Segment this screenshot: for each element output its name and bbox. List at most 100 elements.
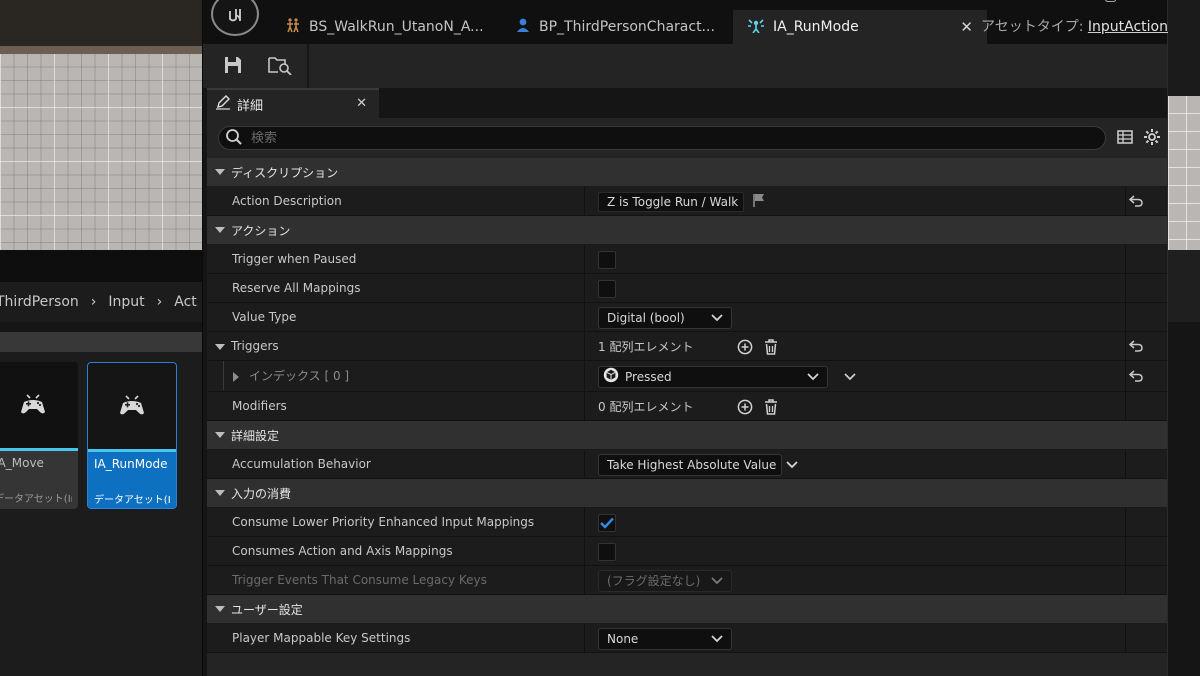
chevron-down-icon — [711, 311, 723, 325]
array-count: 1 配列エレメント — [598, 340, 694, 354]
prop-name: インデックス [ 0 ] — [233, 361, 349, 392]
search-row — [207, 118, 1167, 158]
prop-row-trigger-events-legacy: Trigger Events That Consume Legacy Keys … — [207, 566, 1167, 595]
column-divider — [1125, 566, 1126, 594]
prop-name: Value Type — [232, 310, 297, 324]
prop-row-consume-lower-priority: Consume Lower Priority Enhanced Input Ma… — [207, 508, 1167, 537]
tab-bp-thirdpersoncharacter[interactable]: BP_ThirdPersonCharact... — [501, 10, 731, 44]
gamepad-icon — [0, 362, 78, 448]
category-action[interactable]: アクション — [207, 216, 1167, 245]
reset-to-default-icon[interactable] — [1128, 340, 1143, 355]
expand-arrow-icon[interactable] — [215, 343, 225, 350]
prop-row-triggers: Triggers 1 配列エレメント — [207, 332, 1167, 361]
close-icon[interactable]: ✕ — [356, 96, 367, 111]
value-type-dropdown[interactable]: Digital (bool) — [598, 306, 732, 329]
add-element-icon[interactable] — [736, 338, 754, 356]
save-icon — [223, 55, 243, 78]
expand-arrow-icon — [215, 432, 225, 438]
column-divider — [584, 361, 585, 391]
gamepad-icon — [88, 363, 176, 449]
character-icon — [515, 17, 531, 37]
consume-lower-priority-checkbox[interactable] — [598, 513, 616, 532]
panel-tab-bar: 詳細 ✕ — [203, 88, 1167, 118]
triggers-label: Triggers — [231, 339, 279, 353]
asset-tile-ia-move[interactable]: IA_Move データアセット(In... — [0, 362, 78, 509]
reset-to-default-icon[interactable] — [1128, 370, 1143, 385]
accumulation-behavior-dropdown[interactable]: Take Highest Absolute Value — [598, 453, 798, 476]
prop-name: Trigger when Paused — [232, 252, 357, 266]
details-panel: ディスクリプション Action Description Z is Toggle… — [207, 118, 1167, 676]
column-divider — [1125, 392, 1126, 420]
prop-row-trigger-when-paused: Trigger when Paused — [207, 245, 1167, 274]
column-divider — [584, 450, 585, 478]
asset-type: データアセット(I... — [94, 495, 170, 506]
tab-bs-walkrun[interactable]: BS_WalkRun_UtanoN_A... — [271, 10, 499, 44]
prop-name: Modifiers — [232, 399, 287, 413]
reset-to-default-icon[interactable] — [1128, 195, 1143, 210]
trigger-class-dropdown[interactable]: Pressed — [598, 365, 828, 388]
window-close-icon[interactable]: ✕ — [1147, 0, 1159, 4]
search-box[interactable] — [218, 126, 1106, 150]
trash-icon[interactable] — [762, 338, 780, 356]
breadcrumb-item[interactable]: ThirdPerson — [0, 294, 79, 310]
chevron-down-icon — [711, 574, 723, 588]
indent-guide — [223, 361, 224, 390]
action-description-field[interactable]: Z is Toggle Run / Walk — [598, 191, 744, 212]
expand-arrow-icon[interactable] — [233, 371, 239, 382]
gear-icon[interactable] — [1143, 128, 1161, 149]
trash-icon[interactable] — [762, 398, 780, 416]
level-viewport-right[interactable] — [1168, 96, 1200, 250]
save-button[interactable] — [216, 50, 250, 82]
asset-tile-ia-runmode[interactable]: IA_RunMode データアセット(I... — [87, 362, 177, 509]
reserve-all-mappings-checkbox[interactable] — [598, 279, 616, 298]
asset-info: IA_RunMode データアセット(I... — [88, 452, 176, 508]
expand-options-chevron-icon[interactable] — [844, 370, 856, 384]
asset-info: IA_Move データアセット(In... — [0, 451, 78, 509]
player-mappable-dropdown[interactable]: None — [598, 627, 732, 650]
breadcrumb-item[interactable]: Input — [108, 294, 144, 310]
chevron-right-icon: › — [90, 294, 97, 310]
prop-row-reserve-all-mappings: Reserve All Mappings — [207, 274, 1167, 303]
column-divider — [584, 508, 585, 536]
property-matrix-icon[interactable] — [1117, 129, 1133, 148]
column-divider — [584, 332, 585, 360]
title-bar: BS_WalkRun_UtanoN_A... BP_ThirdPersonCha… — [203, 0, 1168, 44]
content-browser-filter-bar — [0, 332, 202, 352]
tab-details[interactable]: 詳細 ✕ — [207, 88, 379, 118]
column-divider — [1125, 537, 1126, 565]
prop-name: Consume Lower Priority Enhanced Input Ma… — [232, 515, 535, 529]
column-divider — [1125, 245, 1126, 273]
expand-arrow-icon — [215, 169, 225, 175]
column-divider — [584, 187, 585, 215]
asset-toolbar — [203, 44, 1167, 88]
maximize-icon[interactable]: ▢ — [1104, 0, 1117, 4]
category-user-settings[interactable]: ユーザー設定 — [207, 595, 1167, 624]
close-icon[interactable]: ✕ — [960, 18, 973, 36]
browse-to-asset-button[interactable] — [263, 50, 297, 82]
consumes-action-axis-checkbox[interactable] — [598, 542, 616, 561]
trigger-when-paused-checkbox[interactable] — [598, 250, 616, 269]
window-controls: ▢ ✕ — [1104, 0, 1159, 4]
category-description[interactable]: ディスクリプション — [207, 158, 1167, 187]
breadcrumb-item[interactable]: Act — [174, 294, 197, 310]
toolbar-separator — [307, 44, 309, 88]
add-element-icon[interactable] — [736, 398, 754, 416]
column-divider — [1125, 303, 1126, 331]
category-input-consumption[interactable]: 入力の消費 — [207, 479, 1167, 508]
chevron-down-icon — [711, 632, 723, 646]
column-divider — [584, 245, 585, 273]
chevron-down-icon — [807, 370, 819, 384]
index-label: インデックス [ 0 ] — [249, 369, 350, 383]
array-count: 0 配列エレメント — [598, 400, 694, 414]
viewport-divider-right — [1168, 250, 1200, 322]
dropdown-value: None — [607, 631, 639, 646]
asset-type-link[interactable]: InputAction — [1088, 19, 1168, 35]
flag-icon[interactable] — [752, 193, 766, 210]
asset-type-label: アセットタイプ: — [981, 19, 1084, 35]
search-input[interactable] — [251, 130, 1071, 146]
tab-ia-runmode[interactable]: IA_RunMode ✕ — [733, 10, 987, 44]
unreal-logo-icon[interactable] — [211, 0, 259, 36]
column-divider — [1125, 332, 1126, 360]
category-advanced[interactable]: 詳細設定 — [207, 421, 1167, 450]
prop-name: Accumulation Behavior — [232, 457, 371, 471]
